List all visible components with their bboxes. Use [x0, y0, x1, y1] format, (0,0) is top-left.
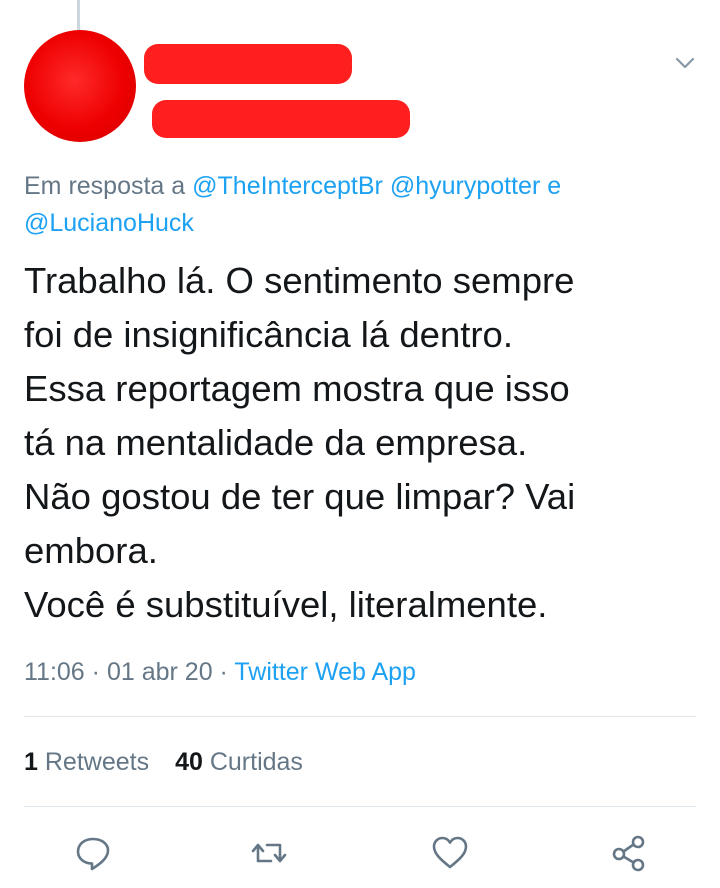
meta-separator: ·: [219, 658, 228, 686]
likes-label: Curtidas: [209, 748, 303, 776]
tweet-action-bar: [0, 830, 720, 876]
reply-button[interactable]: [70, 830, 116, 876]
tweet-source-link[interactable]: Twitter Web App: [234, 658, 416, 686]
tweet-line: Não gostou de ter que limpar? Vai: [24, 476, 576, 517]
tweet-text: Trabalho lá. O sentimento sempre foi de …: [24, 254, 704, 632]
retweets-label: Retweets: [44, 748, 150, 776]
divider: [24, 716, 696, 717]
reply-icon: [76, 837, 110, 871]
heart-icon: [432, 836, 468, 869]
retweets-count: 1: [24, 748, 38, 776]
meta-separator: ·: [91, 658, 100, 686]
chevron-down-icon[interactable]: [672, 50, 698, 76]
tweet-line: embora.: [24, 530, 158, 571]
tweet-line: tá na mentalidade da empresa.: [24, 422, 528, 463]
reply-conjunction: e: [547, 172, 562, 200]
divider: [24, 806, 696, 807]
tweet-time: 11:06: [24, 658, 85, 686]
redacted-username: [152, 100, 410, 138]
avatar[interactable]: [24, 30, 136, 142]
tweet-line: Essa reportagem mostra que isso: [24, 368, 570, 409]
tweet-metadata: 11:06 · 01 abr 20 · Twitter Web App: [24, 654, 416, 690]
redacted-display-name: [144, 44, 352, 84]
mention-link[interactable]: @TheInterceptBr: [192, 172, 383, 200]
retweets-stat[interactable]: 1 Retweets: [24, 748, 149, 776]
retweet-icon: [251, 843, 287, 863]
likes-stat[interactable]: 40 Curtidas: [175, 748, 303, 776]
thread-connector-line: [77, 0, 80, 30]
engagement-stats: 1 Retweets 40 Curtidas: [24, 744, 303, 780]
mention-link[interactable]: @hyurypotter: [390, 172, 540, 200]
tweet-line: Trabalho lá. O sentimento sempre: [24, 260, 575, 301]
tweet-date: 01 abr 20: [106, 658, 213, 686]
reply-context: Em resposta a @TheInterceptBr @hyurypott…: [24, 168, 704, 242]
retweet-button[interactable]: [246, 830, 292, 876]
share-button[interactable]: [606, 830, 652, 876]
mention-link[interactable]: @LucianoHuck: [24, 209, 194, 237]
reply-prefix: Em resposta a: [24, 172, 186, 200]
tweet-line: Você é substituível, literalmente.: [24, 584, 548, 625]
likes-count: 40: [175, 748, 203, 776]
tweet-line: foi de insignificância lá dentro.: [24, 314, 513, 355]
like-button[interactable]: [427, 830, 473, 876]
share-icon: [612, 835, 645, 872]
